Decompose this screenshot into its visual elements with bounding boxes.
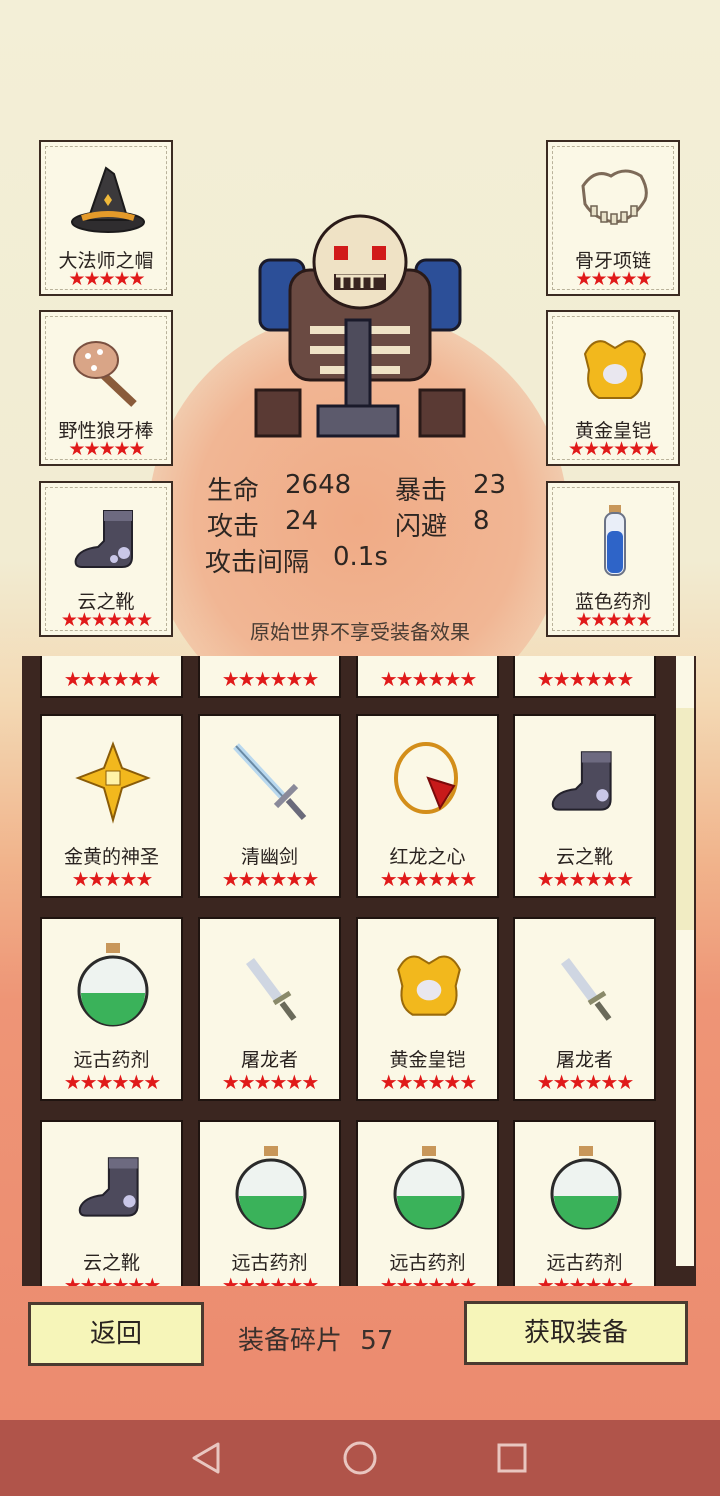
equip-slot-necklace[interactable]: 骨牙项链 ★★★★★ bbox=[546, 140, 680, 296]
star-rating: ★★★★★★ bbox=[379, 867, 478, 891]
inventory-item[interactable]: 远古药剂 ★★★★★★ bbox=[198, 1120, 341, 1286]
equipment-notice: 原始世界不享受装备效果 bbox=[250, 620, 470, 644]
star-rating: ★★★★★★ bbox=[63, 1273, 162, 1286]
cloud-boots-icon bbox=[78, 1157, 139, 1217]
dodge-label: 闪避 bbox=[395, 512, 448, 542]
dagger-icon bbox=[246, 958, 297, 1021]
atk-label: 攻击 bbox=[207, 512, 260, 542]
star-rating: ★★★★★ bbox=[68, 268, 145, 290]
inventory-item-partial[interactable]: ★★★★★★ bbox=[513, 656, 656, 698]
item-name: 屠龙者 bbox=[240, 1049, 298, 1071]
star-rating: ★★★★★ bbox=[71, 867, 154, 891]
item-name: 金黄的神圣 bbox=[63, 846, 159, 868]
equip-slot-potion[interactable]: 蓝色药剂 ★★★★★ bbox=[546, 481, 680, 637]
inventory-item-partial[interactable]: ★★★★★★ bbox=[356, 656, 499, 698]
equip-slot-armor[interactable]: 黄金皇铠 ★★★★★★ bbox=[546, 310, 680, 466]
equip-slot-hat[interactable]: 大法师之帽 ★★★★★ bbox=[39, 140, 173, 296]
green-potion-icon bbox=[235, 1146, 307, 1230]
crit-label: 暴击 bbox=[395, 476, 448, 506]
cloud-boots-icon bbox=[551, 751, 612, 811]
star-rating: ★★★★★★ bbox=[221, 1273, 320, 1286]
item-name: 云之靴 bbox=[555, 846, 613, 868]
star-rating: ★★★★★★ bbox=[567, 438, 660, 460]
inventory-item[interactable]: 远古药剂 ★★★★★★ bbox=[356, 1120, 499, 1286]
hp-value: 2648 bbox=[285, 470, 352, 500]
attack-interval-value: 0.1s bbox=[333, 542, 388, 572]
inventory-item[interactable]: 云之靴 ★★★★★★ bbox=[40, 1120, 183, 1286]
blue-potion-icon bbox=[604, 505, 626, 576]
item-name: 远古药剂 bbox=[73, 1049, 150, 1071]
inventory-item[interactable]: 屠龙者 ★★★★★★ bbox=[513, 917, 656, 1101]
star-rating: ★★★★★★ bbox=[379, 667, 478, 691]
dodge-value: 8 bbox=[473, 506, 490, 536]
inventory-item[interactable]: 云之靴 ★★★★★★ bbox=[513, 714, 656, 898]
bone-necklace-icon bbox=[581, 169, 648, 225]
attack-interval-label: 攻击间隔 bbox=[205, 548, 310, 578]
item-name: 屠龙者 bbox=[555, 1049, 613, 1071]
red-dragon-heart-icon bbox=[394, 742, 458, 814]
star-rating: ★★★★★★ bbox=[221, 1070, 320, 1094]
green-potion-icon bbox=[393, 1146, 465, 1230]
golden-armor-icon bbox=[583, 340, 647, 399]
skeleton-hero-icon bbox=[254, 214, 466, 438]
recents-nav-icon[interactable] bbox=[496, 1442, 528, 1474]
golden-holy-cross-icon bbox=[75, 741, 151, 824]
star-rating: ★★★★★★ bbox=[536, 1273, 635, 1286]
cloud-boots-icon bbox=[74, 510, 133, 568]
green-potion-icon bbox=[550, 1146, 622, 1230]
sword-icon bbox=[233, 743, 307, 820]
star-rating: ★★★★★★ bbox=[536, 867, 635, 891]
star-rating: ★★★★★★ bbox=[221, 867, 320, 891]
item-name: 远古药剂 bbox=[231, 1252, 308, 1274]
inventory-item[interactable]: 远古药剂 ★★★★★★ bbox=[513, 1120, 656, 1286]
item-name: 清幽剑 bbox=[240, 846, 298, 868]
inventory-item[interactable]: 红龙之心 ★★★★★★ bbox=[356, 714, 499, 898]
star-rating: ★★★★★★ bbox=[379, 1070, 478, 1094]
item-name: 红龙之心 bbox=[389, 846, 466, 868]
star-rating: ★★★★★ bbox=[575, 268, 652, 290]
back-nav-icon[interactable] bbox=[188, 1440, 224, 1476]
hp-label: 生命 bbox=[207, 476, 260, 506]
item-name: 远古药剂 bbox=[389, 1252, 466, 1274]
back-button[interactable]: 返回 bbox=[28, 1302, 204, 1366]
golden-armor-icon bbox=[397, 955, 461, 1016]
star-rating: ★★★★★★ bbox=[63, 1070, 162, 1094]
inventory-grid[interactable]: ★★★★★★ ★★★★★★ ★★★★★★ ★★★★★★ 金黄的神圣 ★★★★★ … bbox=[22, 656, 696, 1286]
star-rating: ★★★★★★ bbox=[221, 667, 320, 691]
home-nav-icon[interactable] bbox=[342, 1440, 378, 1476]
wizard-hat-icon bbox=[71, 166, 145, 233]
inventory-item[interactable]: 远古药剂 ★★★★★★ bbox=[40, 917, 183, 1101]
item-name: 远古药剂 bbox=[546, 1252, 623, 1274]
wolf-club-icon bbox=[73, 341, 137, 407]
inventory-scroll-thumb[interactable] bbox=[676, 708, 694, 930]
equip-slot-boots[interactable]: 云之靴 ★★★★★★ bbox=[39, 481, 173, 637]
star-rating: ★★★★★★ bbox=[536, 667, 635, 691]
star-rating: ★★★★★★ bbox=[379, 1273, 478, 1286]
item-name: 云之靴 bbox=[82, 1252, 140, 1274]
inventory-item[interactable]: 黄金皇铠 ★★★★★★ bbox=[356, 917, 499, 1101]
inventory-item[interactable]: 屠龙者 ★★★★★★ bbox=[198, 917, 341, 1101]
fragments-count: 57 bbox=[360, 1326, 394, 1356]
inventory-item[interactable]: 清幽剑 ★★★★★★ bbox=[198, 714, 341, 898]
item-name: 黄金皇铠 bbox=[389, 1049, 466, 1071]
fragments-label: 装备碎片 bbox=[238, 1326, 343, 1356]
star-rating: ★★★★★★ bbox=[63, 667, 162, 691]
system-navbar bbox=[0, 1420, 720, 1496]
equip-slot-weapon[interactable]: 野性狼牙棒 ★★★★★ bbox=[39, 310, 173, 466]
equipment-fragments: 装备碎片 57 bbox=[238, 1320, 393, 1357]
inventory-item-partial[interactable]: ★★★★★★ bbox=[40, 656, 183, 698]
green-potion-icon bbox=[77, 943, 149, 1027]
star-rating: ★★★★★ bbox=[68, 438, 145, 460]
get-equipment-button[interactable]: 获取装备 bbox=[464, 1301, 688, 1365]
atk-value: 24 bbox=[285, 506, 319, 536]
dagger-icon bbox=[561, 958, 612, 1021]
inventory-item[interactable]: 金黄的神圣 ★★★★★ bbox=[40, 714, 183, 898]
crit-value: 23 bbox=[473, 470, 507, 500]
star-rating: ★★★★★★ bbox=[536, 1070, 635, 1094]
inventory-item-partial[interactable]: ★★★★★★ bbox=[198, 656, 341, 698]
